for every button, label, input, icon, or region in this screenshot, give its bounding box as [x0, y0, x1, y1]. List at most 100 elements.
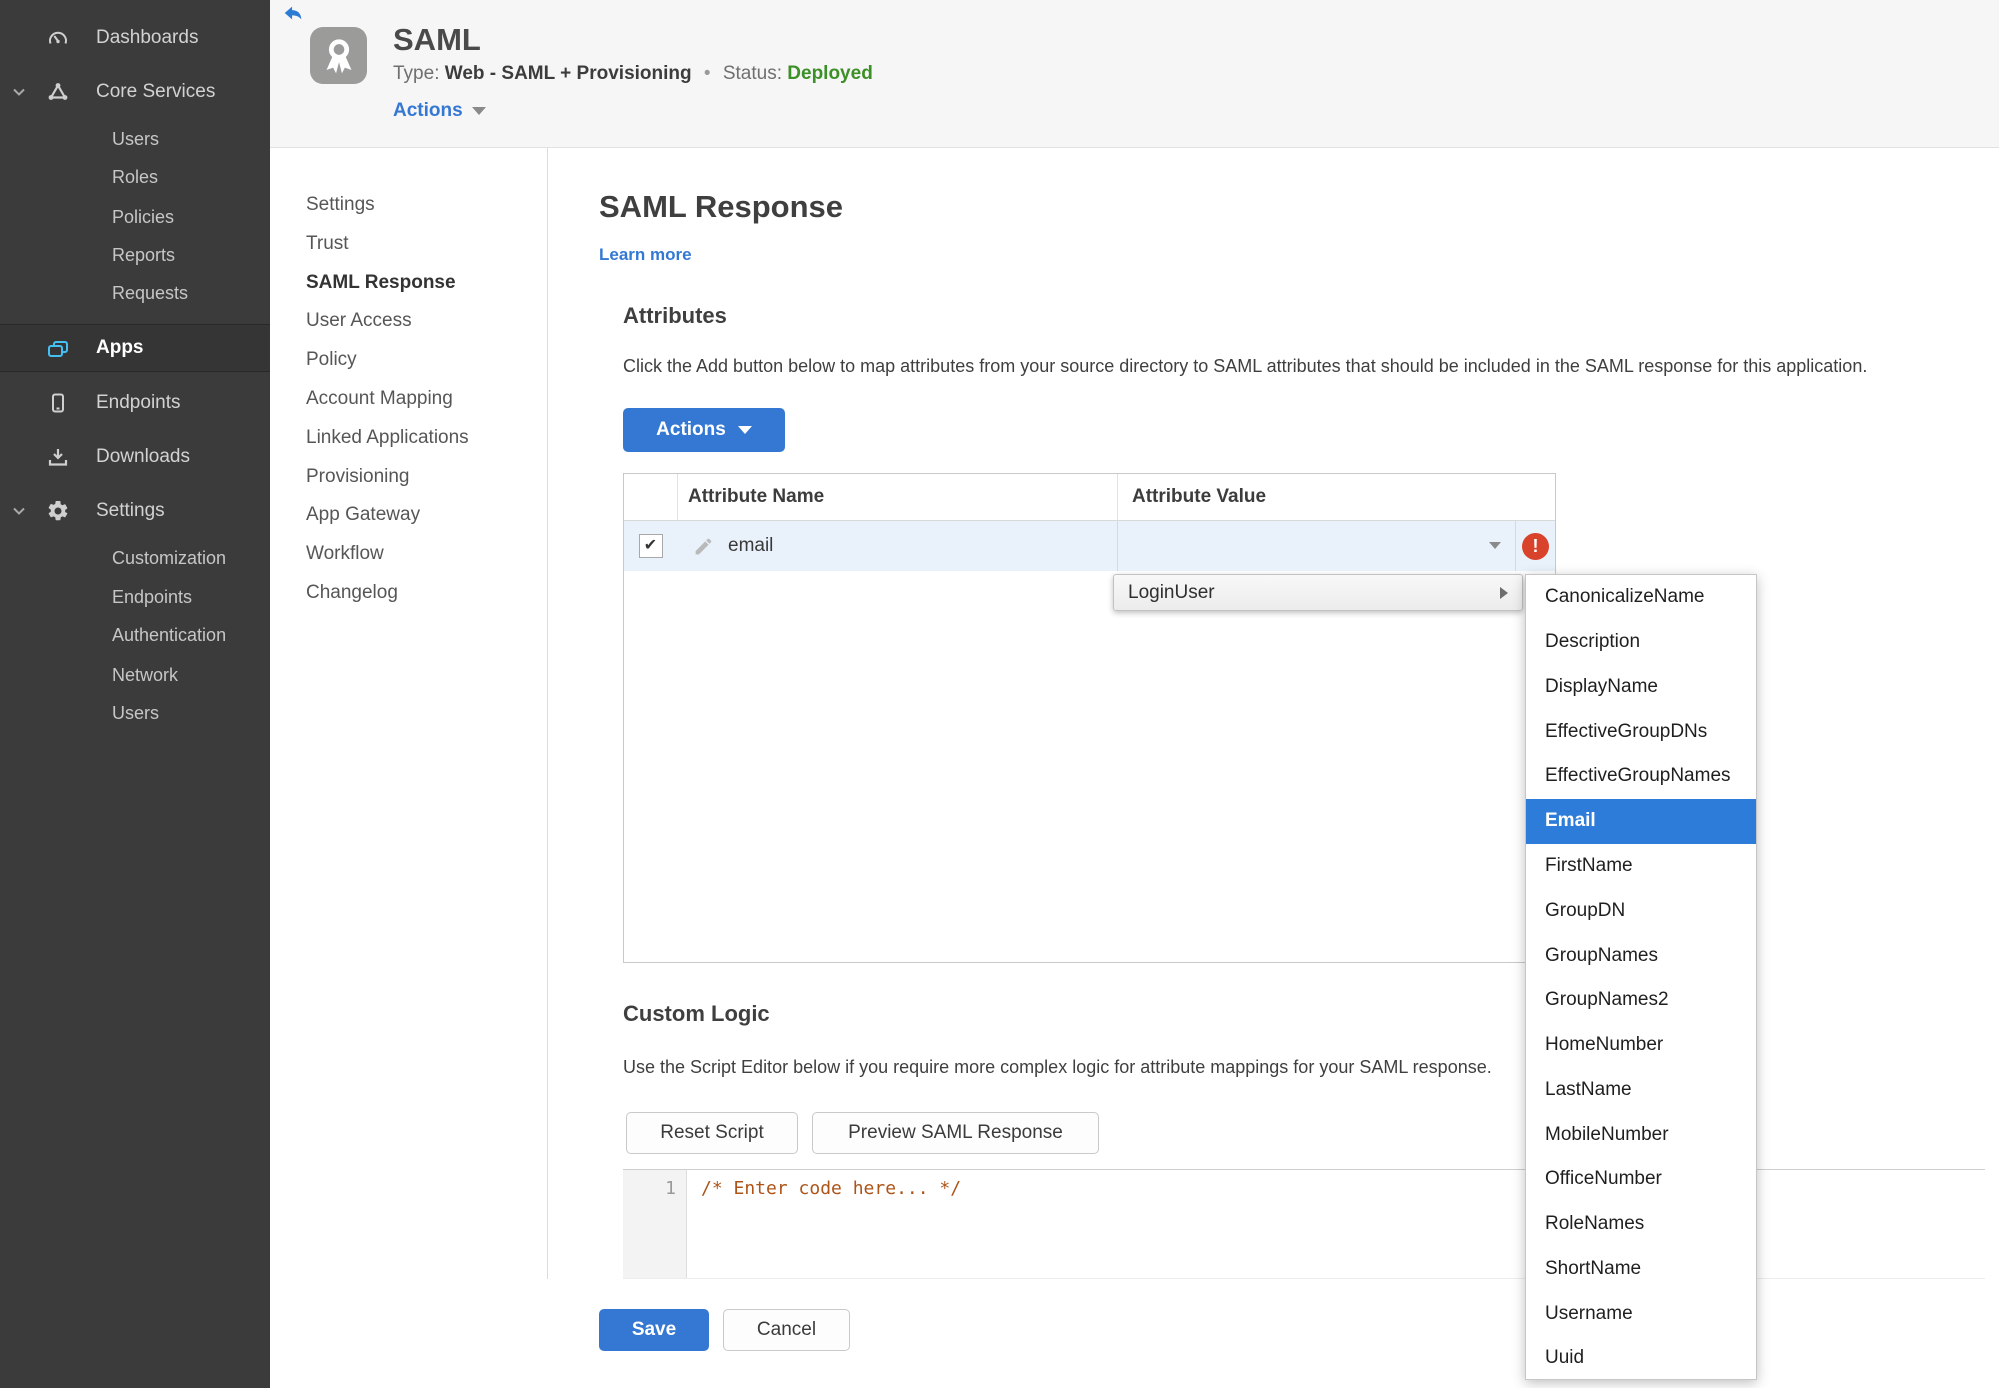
back-arrow-icon[interactable]: [282, 2, 304, 24]
submenu-item-rolenames[interactable]: RoleNames: [1526, 1202, 1756, 1247]
page-root: Dashboards Core Services Users Roles Policie…: [0, 0, 1999, 1388]
table-header-row: Attribute Name Attribute Value: [624, 474, 1555, 521]
subnav-item-saml-response[interactable]: SAML Response: [306, 269, 456, 297]
sidebar-subitem-customization[interactable]: Customization: [112, 543, 226, 573]
submenu-item-email[interactable]: Email: [1526, 798, 1756, 844]
sidebar-subitem-requests[interactable]: Requests: [112, 278, 188, 308]
reset-script-button[interactable]: Reset Script: [626, 1112, 798, 1154]
subnav-item-user-access[interactable]: User Access: [306, 307, 412, 335]
submenu-item-groupnames[interactable]: GroupNames: [1526, 933, 1756, 978]
menu-loginuser-label: LoginUser: [1128, 581, 1215, 603]
sidebar-subitem-authentication[interactable]: Authentication: [112, 620, 226, 650]
core-services-icon: [46, 80, 70, 104]
device-icon: [46, 391, 70, 415]
subnav-item-changelog[interactable]: Changelog: [306, 579, 398, 607]
attribute-submenu: CanonicalizeName Description DisplayName Ef…: [1525, 574, 1757, 1380]
attributes-actions-label: Actions: [656, 419, 726, 440]
sidebar-item-core-services[interactable]: Core Services: [0, 77, 270, 107]
editor-line-number: 1: [623, 1170, 687, 1278]
chevron-down-icon: [471, 107, 486, 115]
subnav-item-settings[interactable]: Settings: [306, 191, 375, 219]
submenu-item-displayname[interactable]: DisplayName: [1526, 665, 1756, 710]
sidebar-subitem-users[interactable]: Users: [112, 124, 159, 154]
sidebar-item-label: Core Services: [96, 81, 216, 102]
submenu-item-effectivegroupnames[interactable]: EffectiveGroupNames: [1526, 754, 1756, 799]
submenu-item-uuid[interactable]: Uuid: [1526, 1336, 1756, 1381]
submenu-item-mobilenumber[interactable]: MobileNumber: [1526, 1112, 1756, 1157]
sidebar-item-label: Dashboards: [96, 27, 199, 48]
apps-icon: [46, 337, 70, 361]
submenu-item-canonicalizename[interactable]: CanonicalizeName: [1526, 575, 1756, 620]
header-actions-button[interactable]: Actions: [393, 100, 486, 122]
submenu-item-shortname[interactable]: ShortName: [1526, 1246, 1756, 1291]
gauge-icon: [46, 26, 70, 50]
subnav-item-app-gateway[interactable]: App Gateway: [306, 501, 420, 529]
sidebar-subitem-endpoints[interactable]: Endpoints: [112, 582, 192, 612]
submenu-item-lastname[interactable]: LastName: [1526, 1067, 1756, 1112]
status-badge: Deployed: [787, 63, 873, 84]
sidebar-subitem-roles[interactable]: Roles: [112, 162, 158, 192]
app-meta: Type: Web - SAML + Provisioning • Status…: [393, 63, 873, 85]
meta-separator: •: [703, 63, 711, 84]
caret-down-icon: [1489, 542, 1501, 549]
cancel-button[interactable]: Cancel: [723, 1309, 850, 1351]
submenu-item-firstname[interactable]: FirstName: [1526, 844, 1756, 889]
learn-more-link[interactable]: Learn more: [599, 245, 692, 265]
editor-code-area[interactable]: /* Enter code here... */: [687, 1170, 1985, 1278]
submenu-item-officenumber[interactable]: OfficeNumber: [1526, 1157, 1756, 1202]
subnav-item-account-mapping[interactable]: Account Mapping: [306, 385, 453, 413]
custom-logic-description: Use the Script Editor below if you requi…: [623, 1057, 1492, 1077]
sidebar-subitem-policies[interactable]: Policies: [112, 202, 174, 232]
error-icon: [1522, 532, 1549, 560]
type-value: Web - SAML + Provisioning: [444, 63, 692, 84]
submenu-item-groupdn[interactable]: GroupDN: [1526, 888, 1756, 933]
edit-pencil-icon[interactable]: [693, 536, 714, 557]
menu-item-loginuser[interactable]: LoginUser: [1113, 574, 1523, 611]
subnav-item-workflow[interactable]: Workflow: [306, 540, 384, 568]
row-checkbox[interactable]: [638, 534, 663, 558]
save-button[interactable]: Save: [599, 1309, 709, 1351]
type-label: Type:: [393, 63, 440, 84]
sidebar-subitem-network[interactable]: Network: [112, 660, 178, 690]
sidebar-item-label: Endpoints: [96, 392, 181, 413]
sidebar-subitem-users[interactable]: Users: [112, 698, 159, 728]
sidebar-item-label: Apps: [96, 337, 144, 358]
chevron-down-icon[interactable]: [11, 84, 27, 106]
attributes-actions-button[interactable]: Actions: [623, 408, 785, 452]
sidebar-item-dashboards[interactable]: Dashboards: [0, 23, 270, 53]
sidebar-item-settings[interactable]: Settings: [0, 496, 270, 526]
subnav: Settings Trust SAML Response User Access Pol…: [270, 148, 547, 1388]
subnav-item-trust[interactable]: Trust: [306, 230, 349, 258]
checkbox-column-header: [624, 474, 677, 520]
sidebar-item-downloads[interactable]: Downloads: [0, 442, 270, 472]
submenu-item-effectivegroupdns[interactable]: EffectiveGroupDNs: [1526, 709, 1756, 754]
subnav-item-policy[interactable]: Policy: [306, 346, 357, 374]
submenu-arrow-icon: [1500, 586, 1508, 599]
app-title: SAML: [393, 22, 481, 57]
submenu-item-homenumber[interactable]: HomeNumber: [1526, 1023, 1756, 1068]
sidebar-item-label: Settings: [96, 500, 165, 521]
sidebar-subitem-reports[interactable]: Reports: [112, 240, 175, 270]
sidebar-item-apps[interactable]: Apps: [0, 324, 270, 372]
attributes-description: Click the Add button below to map attrib…: [623, 356, 1868, 376]
table-row[interactable]: email: [624, 521, 1555, 571]
submenu-item-description[interactable]: Description: [1526, 620, 1756, 665]
preview-saml-response-button[interactable]: Preview SAML Response: [812, 1112, 1099, 1154]
sidebar: Dashboards Core Services Users Roles Policie…: [0, 0, 270, 1388]
subnav-item-provisioning[interactable]: Provisioning: [306, 463, 410, 491]
custom-logic-heading: Custom Logic: [623, 1001, 770, 1026]
attribute-value-header: Attribute Value: [1117, 474, 1555, 520]
submenu-item-username[interactable]: Username: [1526, 1291, 1756, 1336]
chevron-down-icon: [737, 426, 752, 434]
gear-icon: [46, 499, 70, 523]
attribute-name-header: Attribute Name: [677, 474, 1117, 520]
submenu-item-groupnames2[interactable]: GroupNames2: [1526, 978, 1756, 1023]
subnav-item-linked-applications[interactable]: Linked Applications: [306, 424, 469, 452]
app-logo-icon: [310, 27, 367, 84]
sidebar-item-endpoints[interactable]: Endpoints: [0, 388, 270, 418]
attribute-name-cell: email: [728, 535, 774, 556]
attribute-value-select[interactable]: [1118, 521, 1516, 571]
chevron-down-icon[interactable]: [11, 503, 27, 525]
attributes-table: Attribute Name Attribute Value email: [623, 473, 1556, 963]
subnav-divider: [547, 148, 548, 1279]
